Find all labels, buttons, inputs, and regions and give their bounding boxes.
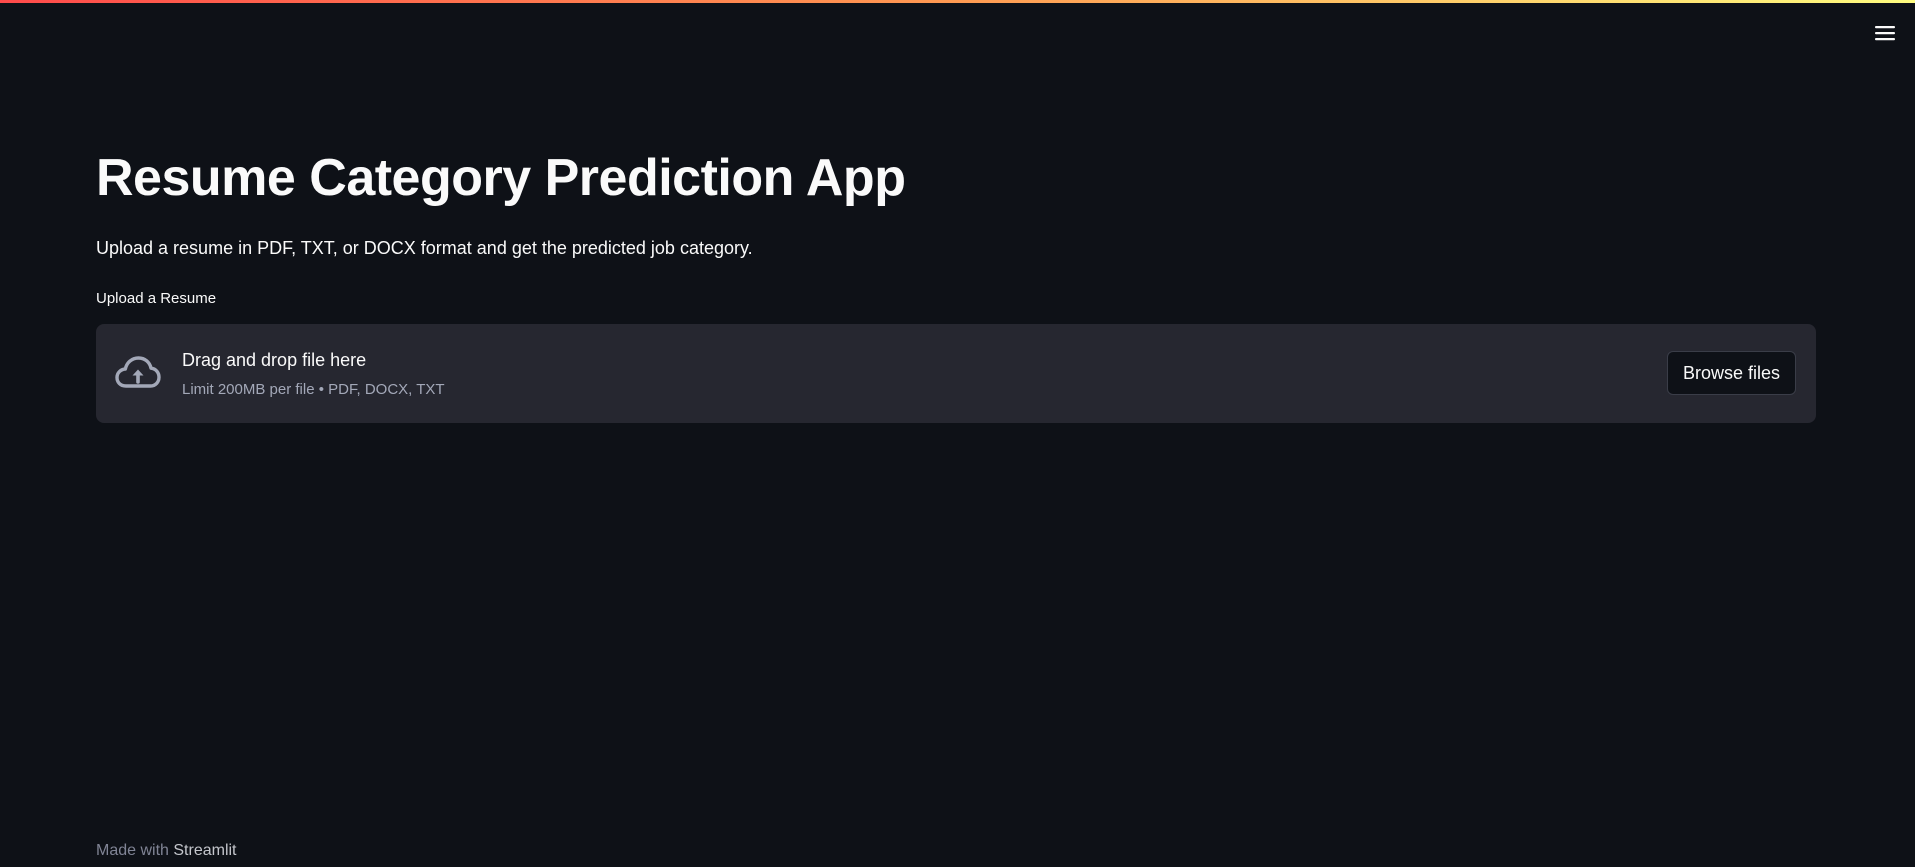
page-description: Upload a resume in PDF, TXT, or DOCX for… (96, 238, 753, 258)
streamlit-link[interactable]: Streamlit (173, 842, 236, 859)
page-title: Resume Category Prediction App (96, 149, 906, 207)
footer: Made with Streamlit (96, 841, 237, 861)
browse-files-button[interactable]: Browse files (1666, 351, 1796, 395)
file-dropzone[interactable]: Drag and drop file here Limit 200MB per … (96, 324, 1816, 423)
cloud-upload-icon (115, 356, 161, 388)
file-uploader-label: Upload a Resume (96, 290, 217, 307)
main-menu-button[interactable] (1873, 22, 1897, 44)
hamburger-menu-icon (1875, 26, 1895, 41)
file-limit-hint: Limit 200MB per file • PDF, DOCX, TXT (182, 381, 445, 398)
header-decoration-bar (0, 0, 1915, 3)
footer-prefix: Made with (96, 842, 169, 859)
dropzone-instructions: Drag and drop file here (182, 350, 367, 370)
